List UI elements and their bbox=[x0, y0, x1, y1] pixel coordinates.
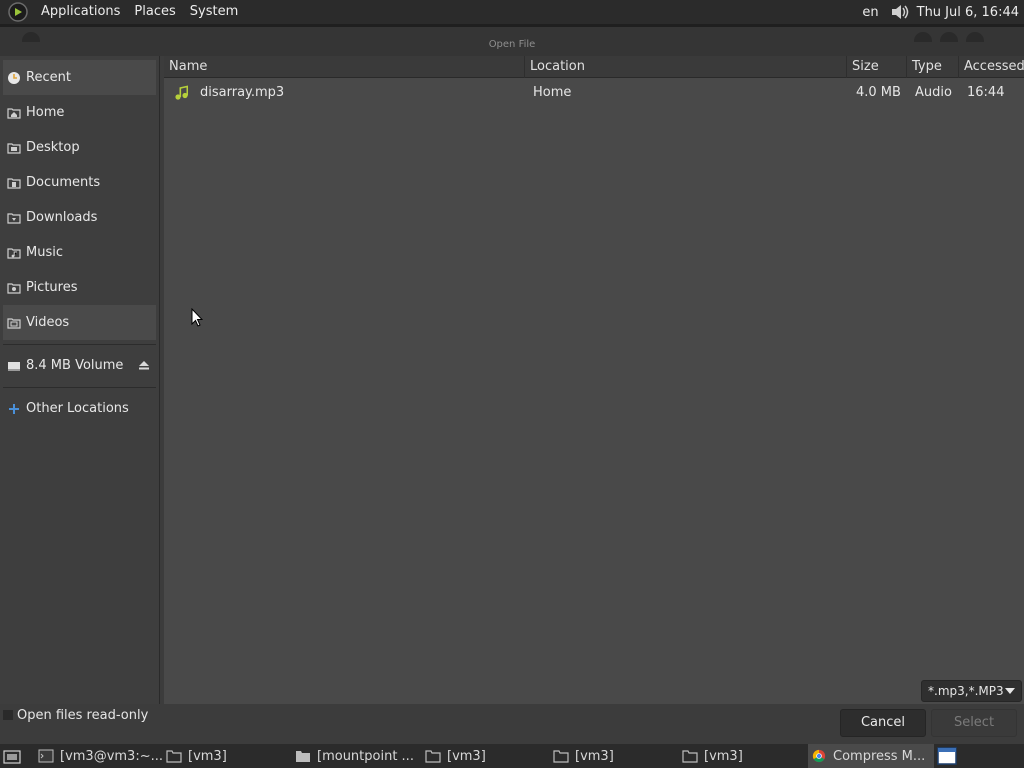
sidebar-item-label: Other Locations bbox=[26, 401, 129, 416]
file-filter-value: *.mp3,*.MP3 bbox=[928, 684, 1004, 698]
folder-music-icon bbox=[7, 247, 21, 259]
minimize-button[interactable] bbox=[914, 32, 932, 42]
file-size: 4.0 MB bbox=[856, 85, 901, 100]
file-name: disarray.mp3 bbox=[200, 85, 285, 100]
sidebar-item-pictures[interactable]: Pictures bbox=[3, 270, 156, 305]
terminal-icon bbox=[38, 749, 54, 763]
folder-icon bbox=[553, 750, 569, 763]
menu-places[interactable]: Places bbox=[127, 0, 182, 24]
sidebar-separator bbox=[3, 387, 156, 388]
sidebar-item-volume[interactable]: 8.4 MB Volume bbox=[3, 348, 156, 383]
taskbar-item-folder[interactable]: [vm3] bbox=[425, 744, 549, 768]
folder-documents-icon bbox=[7, 177, 21, 189]
folder-pictures-icon bbox=[7, 282, 21, 294]
sidebar-item-desktop[interactable]: Desktop bbox=[3, 130, 156, 165]
readonly-checkbox[interactable] bbox=[3, 710, 13, 720]
sidebar-item-label: Videos bbox=[26, 315, 70, 330]
eject-icon[interactable] bbox=[138, 360, 150, 370]
taskbar-item-folder[interactable]: [vm3] bbox=[166, 744, 290, 768]
plus-icon bbox=[7, 403, 21, 415]
sidebar-item-label: Home bbox=[26, 105, 65, 120]
folder-icon bbox=[682, 750, 698, 763]
column-header-size[interactable]: Size bbox=[847, 56, 907, 78]
file-accessed: 16:44 bbox=[967, 85, 1005, 100]
cancel-button[interactable]: Cancel bbox=[840, 709, 926, 737]
clock[interactable]: Thu Jul 6, 16:44 bbox=[917, 5, 1024, 20]
taskbar: [vm3@vm3:~... [vm3] [mountpoint ... [vm3… bbox=[0, 744, 1024, 768]
sidebar-item-label: Documents bbox=[26, 175, 101, 190]
sidebar-item-music[interactable]: Music bbox=[3, 235, 156, 270]
sidebar-item-videos[interactable]: Videos bbox=[3, 305, 156, 340]
drive-icon bbox=[7, 360, 21, 372]
taskbar-item-label: [vm3@vm3:~... bbox=[60, 748, 162, 764]
volume-icon[interactable] bbox=[889, 2, 911, 22]
sidebar-item-label: Pictures bbox=[26, 280, 78, 295]
taskbar-item-folder[interactable]: [vm3] bbox=[553, 744, 677, 768]
taskbar-item-chrome[interactable]: Compress M... bbox=[808, 744, 934, 768]
dialog-titlebar[interactable]: Open File bbox=[0, 24, 1024, 56]
folder-downloads-icon bbox=[7, 212, 21, 224]
sidebar-item-label: Desktop bbox=[26, 140, 80, 155]
sidebar-separator bbox=[3, 344, 156, 345]
open-file-dialog: Open File Recent Home Desktop Documents … bbox=[0, 24, 1024, 744]
folder-icon bbox=[425, 750, 441, 763]
places-sidebar: Recent Home Desktop Documents Downloads bbox=[0, 56, 160, 704]
maximize-button[interactable] bbox=[940, 32, 958, 42]
taskbar-item-label: Compress M... bbox=[833, 748, 926, 764]
folder-videos-icon bbox=[7, 317, 21, 329]
file-filter-select[interactable]: *.mp3,*.MP3 bbox=[921, 680, 1022, 702]
menu-applications[interactable]: Applications bbox=[34, 0, 127, 24]
taskbar-item-label: [vm3] bbox=[704, 748, 743, 764]
column-header-location[interactable]: Location bbox=[525, 56, 847, 78]
folder-icon bbox=[166, 750, 182, 763]
dropdown-arrow-icon bbox=[1005, 688, 1015, 694]
readonly-label: Open files read-only bbox=[17, 707, 149, 723]
keyboard-layout-indicator[interactable]: en bbox=[852, 5, 888, 20]
folder-icon bbox=[296, 751, 310, 762]
sidebar-item-documents[interactable]: Documents bbox=[3, 165, 156, 200]
taskbar-item-folder[interactable]: [mountpoint ... bbox=[295, 744, 419, 768]
recent-icon bbox=[7, 71, 21, 84]
file-row[interactable]: disarray.mp3 Home 4.0 MB Audio 16:44 bbox=[164, 80, 1024, 106]
menu-system[interactable]: System bbox=[183, 0, 245, 24]
column-header-type[interactable]: Type bbox=[907, 56, 959, 78]
dialog-title: Open File bbox=[488, 39, 536, 50]
file-list[interactable]: Name Location Size Type Accessed disarra… bbox=[164, 56, 1024, 704]
column-header-name[interactable]: Name bbox=[164, 56, 525, 78]
tray: en Thu Jul 6, 16:44 bbox=[852, 0, 1024, 24]
taskbar-item-label: [vm3] bbox=[447, 748, 486, 764]
sidebar-item-label: Recent bbox=[26, 70, 71, 85]
file-type: Audio bbox=[915, 85, 952, 100]
file-list-header: Name Location Size Type Accessed bbox=[164, 56, 1024, 78]
close-button[interactable] bbox=[966, 32, 984, 42]
show-desktop-icon[interactable] bbox=[3, 748, 21, 764]
mouse-cursor-icon bbox=[191, 308, 203, 327]
folder-home-icon bbox=[7, 107, 21, 119]
taskbar-item-label: [mountpoint ... bbox=[317, 748, 414, 764]
audio-file-icon bbox=[175, 85, 188, 100]
window-icon[interactable] bbox=[937, 747, 957, 765]
sidebar-item-other-locations[interactable]: Other Locations bbox=[3, 391, 156, 426]
column-header-accessed[interactable]: Accessed bbox=[959, 56, 1024, 78]
taskbar-item-label: [vm3] bbox=[575, 748, 614, 764]
sidebar-item-label: 8.4 MB Volume bbox=[26, 358, 124, 373]
sidebar-item-label: Music bbox=[26, 245, 63, 260]
folder-desktop-icon bbox=[7, 142, 21, 154]
chrome-icon bbox=[812, 749, 826, 763]
sidebar-item-recent[interactable]: Recent bbox=[3, 60, 156, 95]
sidebar-item-downloads[interactable]: Downloads bbox=[3, 200, 156, 235]
taskbar-item-folder[interactable]: [vm3] bbox=[682, 744, 806, 768]
top-panel: Applications Places System en Thu Jul 6,… bbox=[0, 0, 1024, 24]
readonly-checkbox-row[interactable]: Open files read-only bbox=[0, 704, 600, 726]
sidebar-item-home[interactable]: Home bbox=[3, 95, 156, 130]
sidebar-item-label: Downloads bbox=[26, 210, 98, 225]
select-button[interactable]: Select bbox=[931, 709, 1017, 737]
taskbar-item-terminal[interactable]: [vm3@vm3:~... bbox=[38, 744, 162, 768]
taskbar-item-label: [vm3] bbox=[188, 748, 227, 764]
distro-logo-icon[interactable] bbox=[8, 2, 28, 22]
file-location: Home bbox=[533, 85, 572, 100]
